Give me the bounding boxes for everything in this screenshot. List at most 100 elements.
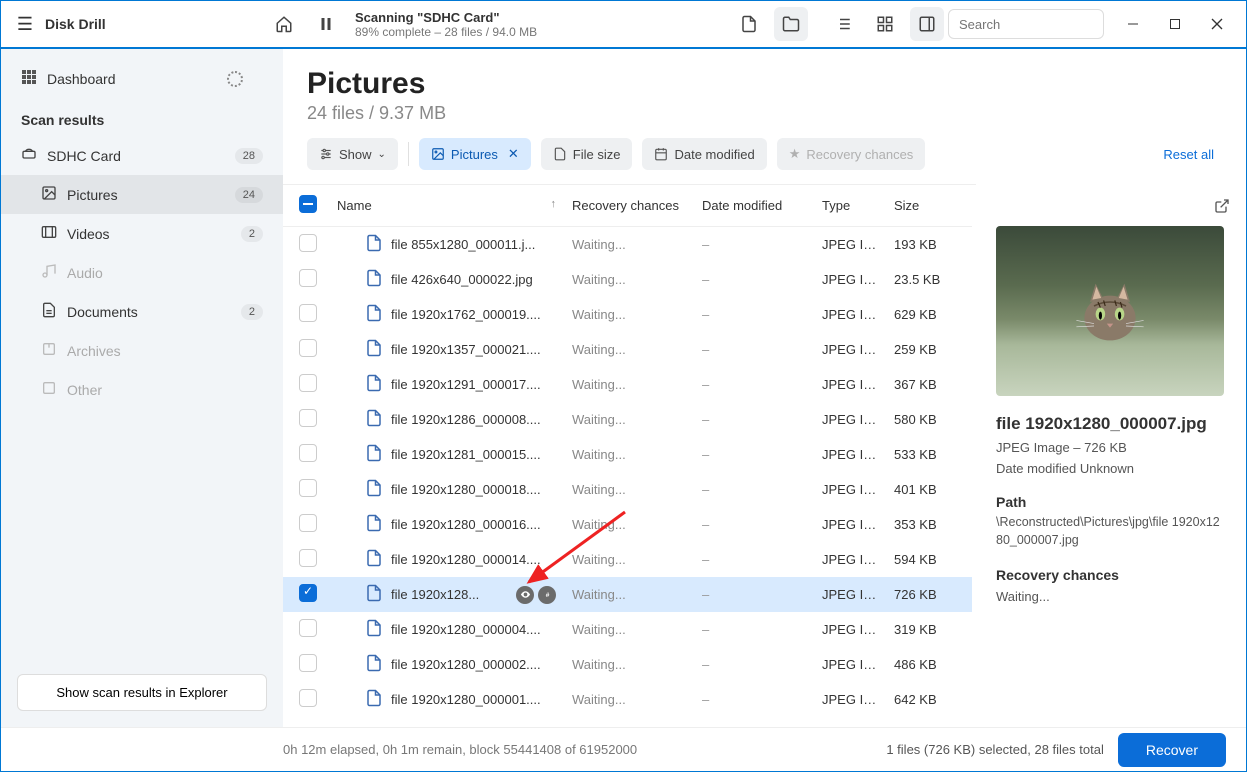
close-button[interactable] (1196, 9, 1238, 39)
document-view-button[interactable] (732, 7, 766, 41)
filesize-filter-button[interactable]: File size (541, 138, 633, 170)
file-table-wrapper[interactable]: Name↑ Recovery chances Date modified Typ… (283, 184, 976, 727)
sidebar-item-documents[interactable]: Documents2 (1, 292, 283, 331)
date-cell: – (694, 402, 814, 437)
sidebar-item-label: Archives (67, 343, 121, 359)
column-header-recovery[interactable]: Recovery chances (564, 185, 694, 227)
table-row[interactable]: file 426x640_000022.jpgWaiting...–JPEG I… (283, 262, 972, 297)
close-icon[interactable]: ✕ (508, 146, 519, 162)
popout-button[interactable] (1214, 198, 1230, 217)
table-row[interactable]: file 1920x1291_000017....Waiting...–JPEG… (283, 367, 972, 402)
scan-status: Scanning "SDHC Card" 89% complete – 28 f… (355, 10, 537, 39)
document-icon (41, 302, 67, 321)
sidebar-item-audio[interactable]: Audio (1, 253, 283, 292)
recovery-cell: Waiting... (564, 612, 694, 647)
type-cell: JPEG Im... (814, 297, 886, 332)
table-row[interactable]: file 1920x1762_000019....Waiting...–JPEG… (283, 297, 972, 332)
table-row[interactable]: file 1920x1286_000008....Waiting...–JPEG… (283, 402, 972, 437)
row-checkbox[interactable] (299, 514, 317, 532)
hex-icon[interactable]: # (538, 586, 556, 604)
size-cell: 23.5 KB (886, 262, 972, 297)
home-button[interactable] (267, 7, 301, 41)
row-checkbox[interactable] (299, 234, 317, 252)
sidebar-item-videos[interactable]: Videos2 (1, 214, 283, 253)
column-header-size[interactable]: Size (886, 185, 972, 227)
row-checkbox[interactable] (299, 619, 317, 637)
row-checkbox[interactable] (299, 374, 317, 392)
table-row[interactable]: file 1920x128...#Waiting...–JPEG Im...72… (283, 577, 972, 612)
date-cell: – (694, 367, 814, 402)
type-cell: JPEG Im... (814, 507, 886, 542)
row-checkbox[interactable] (299, 479, 317, 497)
file-name: file 1920x1280_000018.... (391, 482, 556, 497)
sidebar-item-label: Other (67, 382, 102, 398)
recovery-filter-button[interactable]: ★ Recovery chances (777, 138, 926, 170)
show-filter-button[interactable]: Show ⌄ (307, 138, 398, 170)
search-input[interactable] (959, 17, 1135, 32)
chevron-down-icon: ⌄ (378, 149, 386, 160)
file-icon (365, 689, 383, 710)
table-row[interactable]: file 1920x1357_000021....Waiting...–JPEG… (283, 332, 972, 367)
calendar-icon (654, 147, 668, 161)
pause-button[interactable] (309, 7, 343, 41)
table-row[interactable]: file 1920x1280_000016....Waiting...–JPEG… (283, 507, 972, 542)
column-header-name[interactable]: Name↑ (329, 185, 564, 227)
panel-view-button[interactable] (910, 7, 944, 41)
select-all-checkbox[interactable] (299, 195, 317, 213)
type-cell: JPEG Im... (814, 647, 886, 682)
row-checkbox[interactable] (299, 409, 317, 427)
row-checkbox[interactable] (299, 689, 317, 707)
show-in-explorer-button[interactable]: Show scan results in Explorer (17, 674, 267, 711)
folder-view-button[interactable] (774, 7, 808, 41)
table-row[interactable]: file 855x1280_000011.j...Waiting...–JPEG… (283, 227, 972, 263)
datemod-filter-button[interactable]: Date modified (642, 138, 766, 170)
details-path-heading: Path (996, 494, 1226, 510)
search-box[interactable] (948, 9, 1104, 39)
size-cell: 193 KB (886, 227, 972, 263)
grid-view-button[interactable] (868, 7, 902, 41)
file-icon (365, 269, 383, 290)
row-checkbox[interactable] (299, 339, 317, 357)
maximize-button[interactable] (1154, 9, 1196, 39)
sidebar-item-sdhc-card[interactable]: SDHC Card28 (1, 136, 283, 175)
type-cell: JPEG Im... (814, 542, 886, 577)
recovery-cell: Waiting... (564, 437, 694, 472)
type-cell: JPEG Im... (814, 402, 886, 437)
page-subtitle: 24 files / 9.37 MB (307, 103, 1222, 124)
row-checkbox[interactable] (299, 269, 317, 287)
row-checkbox[interactable] (299, 584, 317, 602)
row-checkbox[interactable] (299, 444, 317, 462)
recovery-cell: Waiting... (564, 332, 694, 367)
table-row[interactable]: file 1920x1280_000004....Waiting...–JPEG… (283, 612, 972, 647)
sidebar-item-archives[interactable]: Archives (1, 331, 283, 370)
column-header-date[interactable]: Date modified (694, 185, 814, 227)
column-header-type[interactable]: Type (814, 185, 886, 227)
size-cell: 486 KB (886, 647, 972, 682)
minimize-button[interactable] (1112, 9, 1154, 39)
type-cell: JPEG Im... (814, 682, 886, 717)
reset-filters-link[interactable]: Reset all (1163, 147, 1214, 162)
table-row[interactable]: file 1920x1280_000002....Waiting...–JPEG… (283, 647, 972, 682)
video-icon (41, 224, 67, 243)
sidebar-item-other[interactable]: Other (1, 370, 283, 409)
recovery-cell: Waiting... (564, 367, 694, 402)
table-row[interactable]: file 1920x1280_000001....Waiting...–JPEG… (283, 682, 972, 717)
table-row[interactable]: file 1920x1280_000014....Waiting...–JPEG… (283, 542, 972, 577)
sidebar-item-pictures[interactable]: Pictures24 (1, 175, 283, 214)
row-checkbox[interactable] (299, 654, 317, 672)
row-checkbox[interactable] (299, 549, 317, 567)
recover-button[interactable]: Recover (1118, 733, 1226, 767)
row-checkbox[interactable] (299, 304, 317, 322)
file-icon (365, 234, 383, 255)
preview-icon[interactable] (516, 586, 534, 604)
hamburger-icon[interactable]: ☰ (9, 14, 41, 35)
pictures-filter-chip[interactable]: Pictures ✕ (419, 138, 531, 170)
size-cell: 629 KB (886, 297, 972, 332)
table-row[interactable]: file 1920x1281_000015....Waiting...–JPEG… (283, 437, 972, 472)
file-name: file 855x1280_000011.j... (391, 237, 556, 252)
sidebar-item-dashboard[interactable]: Dashboard (1, 59, 283, 98)
details-panel: file 1920x1280_000007.jpg JPEG Image – 7… (976, 184, 1246, 727)
date-cell: – (694, 542, 814, 577)
table-row[interactable]: file 1920x1280_000018....Waiting...–JPEG… (283, 472, 972, 507)
list-view-button[interactable] (826, 7, 860, 41)
